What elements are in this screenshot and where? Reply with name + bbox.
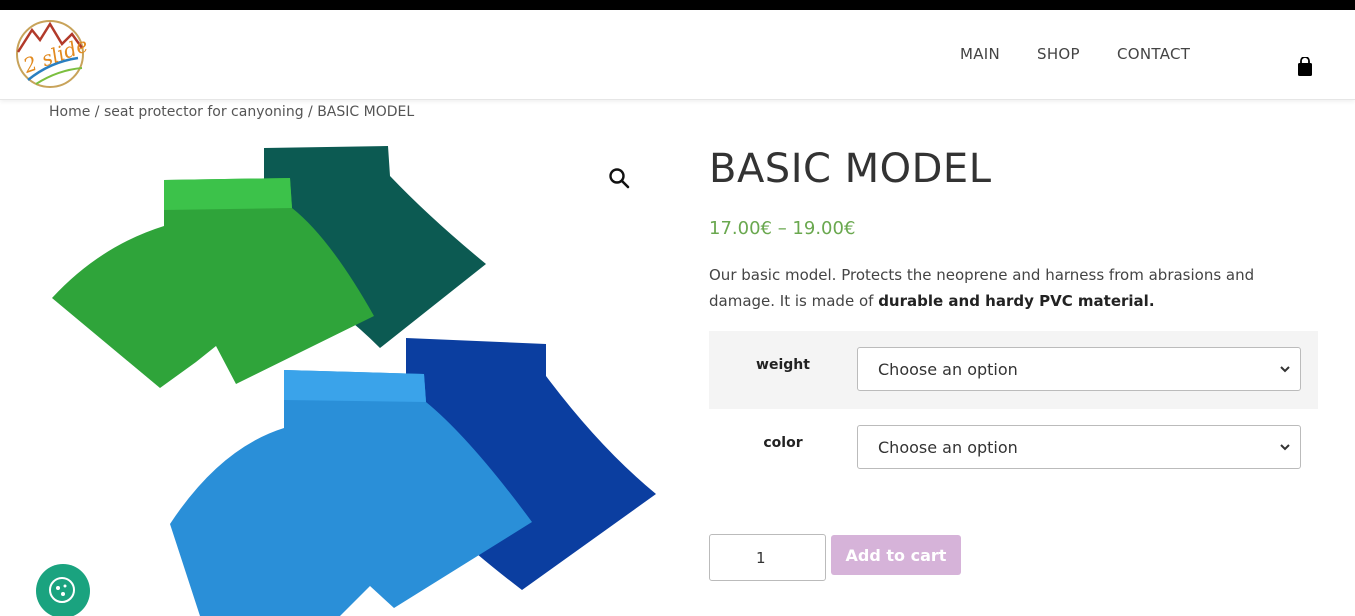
variations-table: weight Choose an option color Choose an … bbox=[709, 331, 1318, 487]
chevron-down-icon bbox=[1280, 366, 1290, 373]
breadcrumb-separator: / bbox=[90, 104, 104, 120]
product-price: 17.00€ – 19.00€ bbox=[709, 218, 856, 239]
select-value: Choose an option bbox=[878, 437, 1018, 457]
breadcrumb-home[interactable]: Home bbox=[49, 104, 90, 120]
variation-row-color: color Choose an option bbox=[709, 409, 1318, 487]
breadcrumb: Home / seat protector for canyoning / BA… bbox=[49, 104, 414, 120]
site-header: 2 slide MAIN SHOP CONTACT bbox=[0, 10, 1355, 100]
nav-shop[interactable]: SHOP bbox=[1037, 45, 1080, 63]
top-black-bar bbox=[0, 0, 1355, 10]
variation-row-weight: weight Choose an option bbox=[709, 331, 1318, 409]
svg-text:2 slide: 2 slide bbox=[19, 32, 90, 78]
select-value: Choose an option bbox=[878, 359, 1018, 379]
quantity-input[interactable]: 1 bbox=[709, 534, 826, 581]
variation-label: color bbox=[763, 435, 803, 451]
chat-widget-button[interactable] bbox=[36, 564, 90, 616]
weight-select[interactable]: Choose an option bbox=[857, 347, 1301, 391]
brand-logo[interactable]: 2 slide bbox=[10, 18, 90, 90]
breadcrumb-current: BASIC MODEL bbox=[317, 104, 415, 120]
magnifier-icon[interactable] bbox=[607, 166, 631, 190]
product-description: Our basic model. Protects the neoprene a… bbox=[709, 262, 1309, 314]
nav-main[interactable]: MAIN bbox=[960, 45, 1000, 63]
product-title: BASIC MODEL bbox=[709, 146, 992, 192]
breadcrumb-category[interactable]: seat protector for canyoning bbox=[104, 104, 304, 120]
description-bold: durable and hardy PVC material. bbox=[878, 292, 1155, 310]
breadcrumb-separator: / bbox=[303, 104, 318, 120]
shopping-bag-icon[interactable] bbox=[1297, 57, 1313, 77]
variation-label: weight bbox=[756, 357, 810, 373]
add-to-cart-button[interactable]: Add to cart bbox=[831, 535, 961, 575]
color-select[interactable]: Choose an option bbox=[857, 425, 1301, 469]
nav-contact[interactable]: CONTACT bbox=[1117, 45, 1190, 63]
chat-icon bbox=[49, 577, 75, 603]
chevron-down-icon bbox=[1280, 444, 1290, 451]
product-image[interactable] bbox=[40, 138, 660, 616]
